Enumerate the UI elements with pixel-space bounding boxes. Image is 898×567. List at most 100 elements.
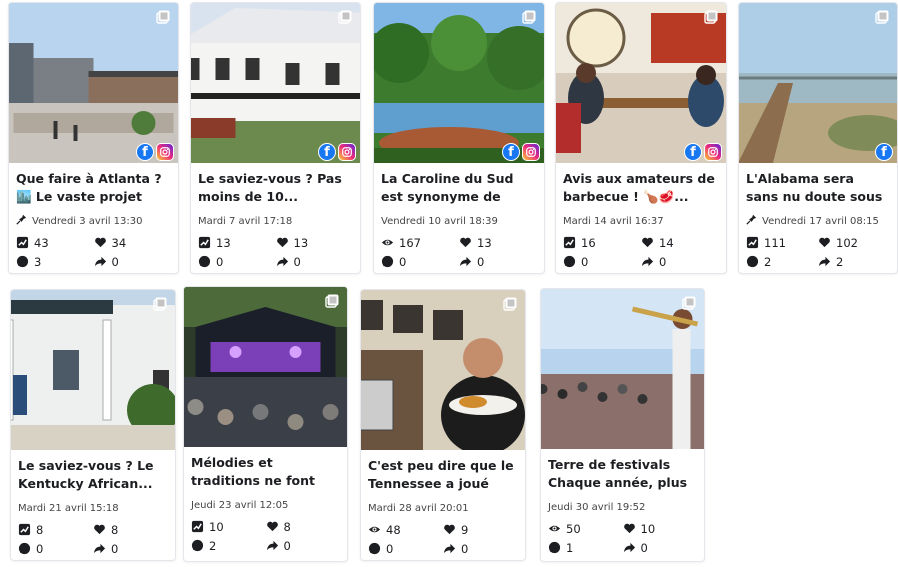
album-icon — [875, 9, 889, 24]
post-date-row: Mardi 7 avril 17:18 — [198, 214, 353, 228]
trend-icon — [16, 236, 29, 249]
comments-stat: 2 — [191, 537, 266, 554]
reach-stat: 10 — [191, 518, 266, 535]
post-title: C'est peu dire que le Tennessee a joué u… — [368, 458, 514, 495]
likes-stat: 13 — [459, 234, 537, 251]
shares-stat-value: 2 — [836, 254, 844, 269]
comment-icon — [191, 539, 204, 552]
shares-stat-value: 0 — [111, 541, 119, 556]
likes-stat: 9 — [443, 521, 518, 538]
instagram-icon — [338, 143, 356, 161]
reach-stat: 111 — [746, 234, 818, 251]
comments-stat-value: 0 — [399, 254, 407, 269]
post-thumbnail[interactable]: f — [9, 3, 178, 163]
shares-stat: 0 — [459, 253, 537, 270]
likes-stat-value: 10 — [640, 521, 656, 536]
comments-stat: 0 — [368, 540, 443, 557]
likes-stat-value: 8 — [111, 522, 119, 537]
shares-stat-value: 0 — [293, 254, 301, 269]
share-icon — [93, 542, 106, 555]
heart-icon — [459, 236, 472, 249]
post-card[interactable]: f Avis aux amateurs de barbecue ! 🍗🥩... Ma… — [555, 2, 727, 274]
post-date-row: Jeudi 30 avril 19:52 — [548, 500, 697, 514]
post-card[interactable]: f Que faire à Atlanta ? 🏙️ Le vaste proje… — [8, 2, 179, 274]
comments-stat-value: 1 — [566, 540, 574, 555]
heart-icon — [623, 522, 636, 535]
facebook-icon: f — [684, 143, 702, 161]
post-title: Avis aux amateurs de barbecue ! 🍗🥩... — [563, 171, 715, 204]
post-card[interactable]: C'est peu dire que le Tennessee a joué u… — [360, 289, 526, 561]
post-stats: 16 14 0 0 — [563, 234, 719, 270]
comments-stat-value: 0 — [216, 254, 224, 269]
post-card[interactable]: f La Caroline du Sud est synonyme de pays… — [373, 2, 545, 274]
likes-stat: 8 — [266, 518, 341, 535]
comments-stat: 0 — [198, 253, 276, 270]
facebook-icon: f — [875, 143, 893, 161]
album-icon — [704, 9, 718, 24]
comments-stat: 0 — [18, 540, 93, 557]
comment-icon — [18, 542, 31, 555]
likes-stat-value: 13 — [477, 235, 492, 250]
album-icon — [325, 293, 339, 308]
post-image — [556, 3, 726, 163]
shares-stat: 0 — [276, 253, 354, 270]
likes-stat: 13 — [276, 234, 354, 251]
post-thumbnail[interactable] — [184, 287, 347, 447]
post-date: Mardi 14 avril 16:37 — [563, 215, 664, 227]
post-card[interactable]: Le saviez-vous ? Le Kentucky African... M… — [10, 289, 176, 561]
heart-icon — [266, 520, 279, 533]
shares-stat-value: 0 — [461, 541, 469, 556]
shares-stat: 0 — [443, 540, 518, 557]
post-card[interactable]: Mélodies et traditions ne font qu'une lo… — [183, 286, 348, 562]
platform-badges: f — [684, 143, 722, 161]
post-thumbnail[interactable]: f — [374, 3, 544, 163]
post-title: Que faire à Atlanta ? 🏙️ Le vaste projet… — [16, 171, 162, 208]
reach-stat-value: 111 — [764, 235, 786, 250]
eye-icon — [381, 236, 394, 249]
post-thumbnail[interactable]: f — [739, 3, 897, 163]
heart-icon — [443, 523, 456, 536]
comment-icon — [198, 255, 211, 268]
comment-icon — [563, 255, 576, 268]
post-date-row: Mardi 14 avril 16:37 — [563, 214, 719, 228]
heart-icon — [641, 236, 654, 249]
heart-icon — [94, 236, 107, 249]
shares-stat: 0 — [93, 540, 168, 557]
album-icon — [338, 9, 352, 24]
comments-stat: 0 — [381, 253, 459, 270]
post-thumbnail[interactable] — [361, 290, 525, 450]
post-date: Vendredi 17 avril 08:15 — [762, 215, 879, 227]
album-icon — [153, 296, 167, 311]
heart-icon — [818, 236, 831, 249]
post-date-row: Vendredi 17 avril 08:15 — [746, 214, 890, 228]
share-icon — [94, 255, 107, 268]
post-thumbnail[interactable] — [541, 289, 704, 449]
comments-stat: 2 — [746, 253, 818, 270]
reach-stat-value: 10 — [209, 519, 224, 534]
post-card[interactable]: f L'Alabama sera sans nu doute sous les f… — [738, 2, 898, 274]
post-body: Le saviez-vous ? Le Kentucky African... M… — [11, 450, 175, 557]
post-image — [739, 3, 897, 163]
reach-stat: 8 — [18, 521, 93, 538]
share-icon — [443, 542, 456, 555]
likes-stat-value: 13 — [293, 235, 309, 250]
comments-stat: 0 — [563, 253, 641, 270]
post-image — [374, 3, 544, 163]
album-icon — [682, 295, 696, 310]
post-card[interactable]: Terre de festivals Chaque année, plus d.… — [540, 288, 705, 562]
post-card[interactable]: f Le saviez-vous ? Pas moins de 10... Mard… — [190, 2, 361, 274]
shares-stat-value: 0 — [111, 254, 119, 269]
post-thumbnail[interactable]: f — [191, 3, 360, 163]
album-icon — [522, 9, 536, 24]
post-thumbnail[interactable] — [11, 290, 175, 450]
comment-icon — [368, 542, 381, 555]
post-stats: 8 8 0 0 — [18, 521, 168, 557]
post-body: L'Alabama sera sans nu doute sous les fe… — [739, 163, 897, 270]
shares-stat-value: 0 — [283, 538, 291, 553]
post-thumbnail[interactable]: f — [556, 3, 726, 163]
post-image — [541, 289, 704, 449]
comments-stat-value: 2 — [764, 254, 772, 269]
reach-stat: 167 — [381, 234, 459, 251]
post-date: Vendredi 3 avril 13:30 — [32, 215, 143, 227]
instagram-icon — [522, 143, 540, 161]
